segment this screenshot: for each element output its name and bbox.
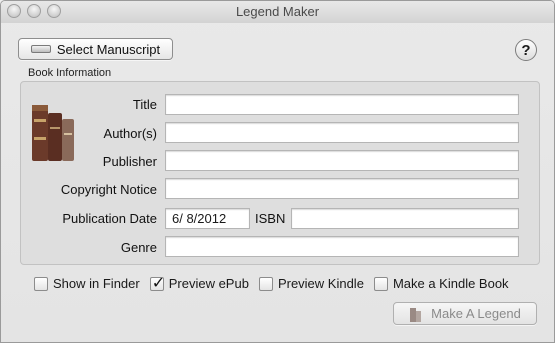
make-kindle-book-label: Make a Kindle Book: [392, 276, 509, 291]
book-information-label: Book Information: [28, 67, 112, 79]
publisher-field[interactable]: [165, 150, 519, 171]
show-in-finder-checkbox[interactable]: Show in Finder: [34, 276, 140, 291]
title-label: Title: [132, 97, 157, 112]
publication-date-label: Publication Date: [62, 211, 157, 226]
isbn-field[interactable]: [291, 208, 519, 229]
legend-maker-window: Legend Maker Select Manuscript ? Book In…: [0, 0, 555, 343]
select-manuscript-button[interactable]: Select Manuscript: [18, 38, 173, 60]
question-icon: ?: [521, 41, 531, 59]
drive-icon: [30, 45, 51, 53]
authors-label: Author(s): [103, 126, 157, 141]
make-a-legend-label: Make A Legend: [431, 306, 521, 321]
checkbox-box[interactable]: [258, 276, 273, 291]
publisher-label: Publisher: [102, 154, 157, 169]
preview-kindle-checkbox[interactable]: Preview Kindle: [258, 276, 364, 291]
books-icon: [32, 105, 74, 161]
help-button[interactable]: ?: [515, 39, 537, 61]
isbn-label: ISBN: [255, 211, 286, 226]
make-kindle-book-checkbox[interactable]: Make a Kindle Book: [373, 276, 509, 291]
authors-field[interactable]: [165, 122, 519, 143]
genre-label: Genre: [120, 240, 157, 255]
copyright-label: Copyright Notice: [60, 182, 157, 197]
checkbox-box-checked[interactable]: [149, 273, 165, 293]
show-in-finder-label: Show in Finder: [53, 276, 140, 291]
book-icon: [410, 307, 422, 322]
preview-epub-checkbox[interactable]: Preview ePub: [149, 273, 249, 293]
window-title: Legend Maker: [235, 4, 320, 19]
copyright-field[interactable]: [165, 178, 519, 199]
publication-date-field[interactable]: 6/ 8/2012: [165, 208, 250, 229]
options-row: Show in Finder Preview ePub Preview Kind…: [34, 273, 519, 293]
title-field[interactable]: [165, 94, 519, 115]
select-manuscript-label: Select Manuscript: [56, 41, 161, 57]
genre-field[interactable]: [165, 236, 519, 257]
preview-kindle-label: Preview Kindle: [277, 276, 364, 291]
checkbox-box[interactable]: [34, 276, 48, 291]
checkbox-box[interactable]: [373, 276, 388, 291]
preview-epub-label: Preview ePub: [168, 276, 249, 291]
title-bar: Legend Maker: [1, 1, 554, 23]
make-a-legend-button[interactable]: Make A Legend: [393, 302, 537, 325]
